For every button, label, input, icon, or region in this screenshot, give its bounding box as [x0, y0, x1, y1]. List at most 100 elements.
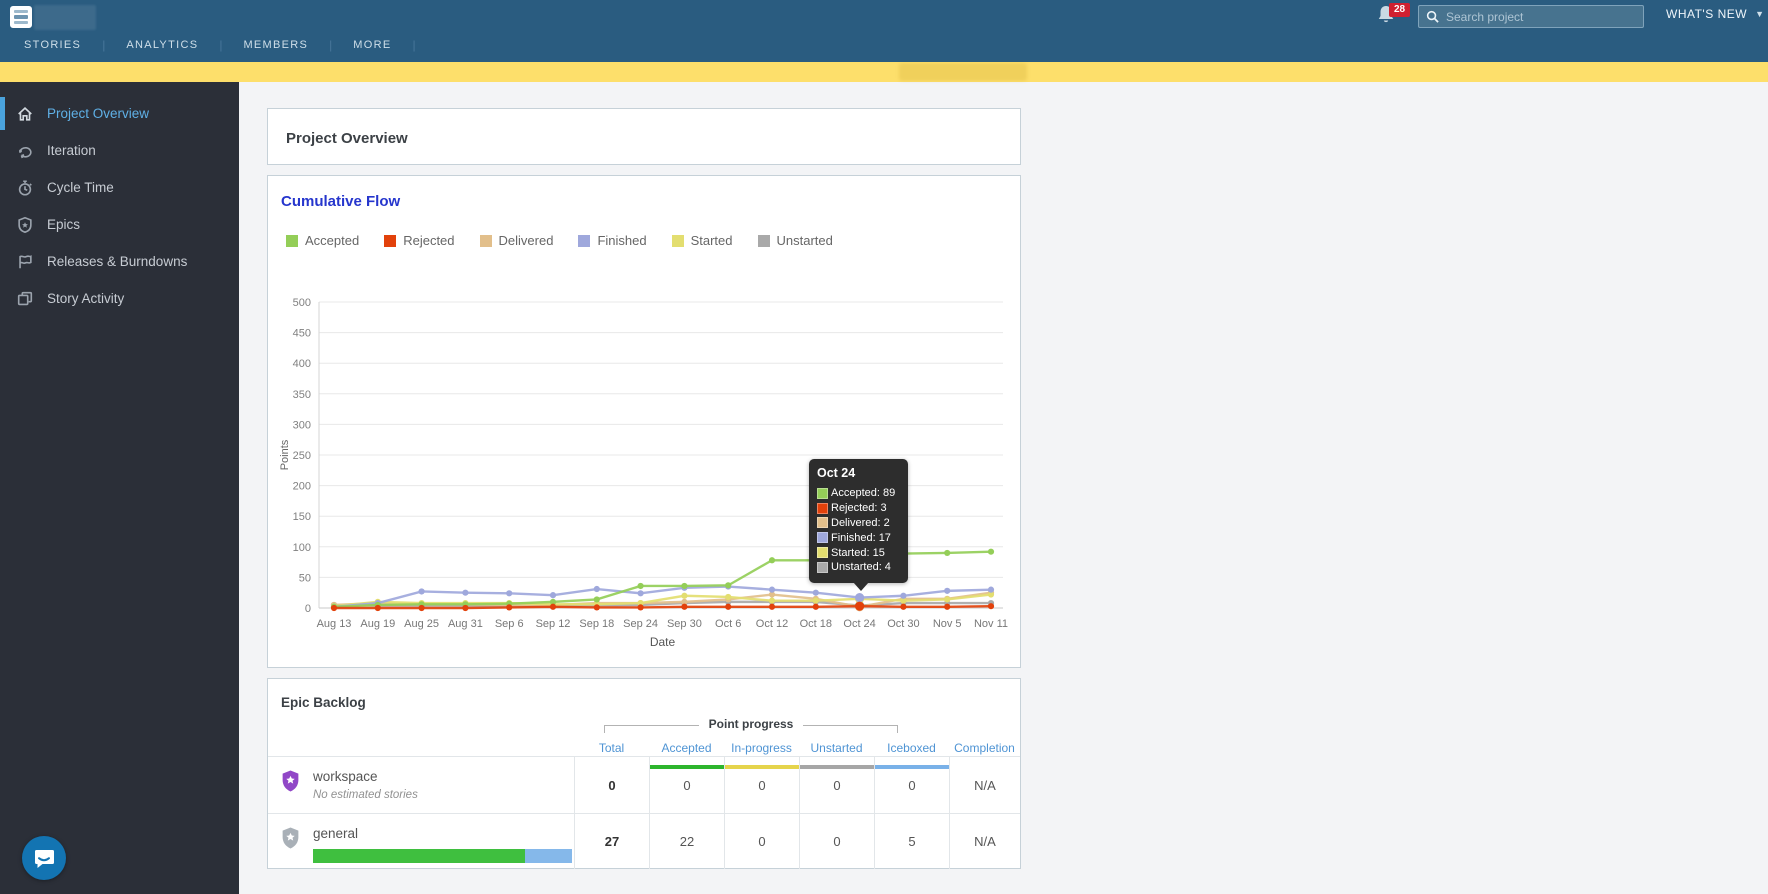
- tab-separator: |: [413, 38, 416, 52]
- tooltip-value: Finished: 17: [831, 532, 891, 544]
- tooltip-swatch: [817, 547, 828, 558]
- tracker-logo-icon[interactable]: [10, 6, 32, 28]
- epic-progress-bar: [313, 849, 572, 863]
- legend-label: Accepted: [305, 233, 359, 248]
- chart-title: Cumulative Flow: [268, 176, 1020, 210]
- notifications-bell[interactable]: 28: [1376, 4, 1410, 34]
- tooltip-swatch: [817, 488, 828, 499]
- legend-item-unstarted[interactable]: Unstarted: [758, 233, 833, 248]
- sidebar-item-releases-burndowns[interactable]: Releases & Burndowns: [0, 243, 239, 280]
- sidebar-item-epics[interactable]: Epics: [0, 206, 239, 243]
- sidebar-item-project-overview[interactable]: Project Overview: [0, 95, 239, 132]
- page-title-panel: Project Overview: [267, 108, 1021, 165]
- search-box: [1418, 5, 1644, 28]
- tooltip-swatch: [817, 562, 828, 573]
- column-header-accepted: Accepted: [649, 737, 724, 756]
- flag-icon: [16, 253, 34, 271]
- epic-table-header: TotalAcceptedIn-progressUnstartedIceboxe…: [268, 737, 1020, 756]
- legend-swatch: [480, 235, 492, 247]
- epic-progress-accepted: [313, 849, 525, 863]
- point-progress-bracket: Point progress: [604, 717, 898, 733]
- epic-cell-in-progress: 0: [724, 757, 799, 813]
- tab-stories[interactable]: STORIES: [24, 39, 81, 51]
- svg-text:Oct 24: Oct 24: [843, 618, 875, 630]
- whats-new-menu[interactable]: WHAT'S NEW ▼: [1666, 7, 1764, 21]
- epic-shield-icon: [280, 769, 301, 793]
- analytics-sidebar: Project OverviewIterationCycle Time Epics…: [0, 82, 239, 894]
- legend-item-finished[interactable]: Finished: [578, 233, 646, 248]
- tooltip-row-finished: Finished: 17: [817, 530, 900, 545]
- legend-item-started[interactable]: Started: [672, 233, 733, 248]
- banner-highlight-block: [899, 63, 1027, 81]
- home-icon: [16, 105, 34, 123]
- chart-legend: Accepted Rejected Delivered Finished Started…: [286, 233, 858, 248]
- svg-text:Sep 6: Sep 6: [495, 618, 524, 630]
- svg-text:100: 100: [293, 542, 311, 554]
- svg-text:Sep 30: Sep 30: [667, 618, 702, 630]
- svg-text:Sep 18: Sep 18: [579, 618, 614, 630]
- tooltip-row-delivered: Delivered: 2: [817, 516, 900, 531]
- svg-text:50: 50: [299, 572, 311, 584]
- legend-item-accepted[interactable]: Accepted: [286, 233, 359, 248]
- tab-separator: |: [329, 38, 332, 52]
- epic-row-workspace: workspaceNo estimated stories00000N/A: [268, 756, 1020, 813]
- iteration-icon: [16, 142, 34, 160]
- svg-text:Nov 5: Nov 5: [933, 618, 962, 630]
- chat-bubble-icon: [32, 846, 56, 870]
- svg-text:Oct 6: Oct 6: [715, 618, 741, 630]
- svg-text:Aug 25: Aug 25: [404, 618, 439, 630]
- legend-item-rejected[interactable]: Rejected: [384, 233, 454, 248]
- svg-text:Sep 12: Sep 12: [536, 618, 571, 630]
- tooltip-value: Started: 15: [831, 547, 885, 559]
- tab-analytics[interactable]: ANALYTICS: [126, 39, 198, 51]
- epic-cell-total: 0: [574, 757, 649, 813]
- svg-text:300: 300: [293, 419, 311, 431]
- whats-new-label: WHAT'S NEW: [1666, 7, 1747, 21]
- legend-item-delivered[interactable]: Delivered: [480, 233, 554, 248]
- sidebar-item-iteration[interactable]: Iteration: [0, 132, 239, 169]
- tooltip-value: Accepted: 89: [831, 487, 895, 499]
- legend-label: Rejected: [403, 233, 454, 248]
- epic-backlog-title: Epic Backlog: [268, 679, 1020, 710]
- epic-name-cell: general: [268, 814, 574, 869]
- tab-members[interactable]: MEMBERS: [243, 39, 308, 51]
- column-header-in-progress: In-progress: [724, 737, 799, 756]
- epic-name[interactable]: general: [313, 826, 572, 841]
- epic-name[interactable]: workspace: [313, 769, 418, 784]
- shield-icon: [16, 216, 34, 234]
- svg-text:Aug 31: Aug 31: [448, 618, 483, 630]
- epic-shield-icon: [280, 826, 301, 850]
- top-bar: STORIES|ANALYTICS|MEMBERS|MORE| 28 WHAT'…: [0, 0, 1768, 62]
- tooltip-row-rejected: Rejected: 3: [817, 501, 900, 516]
- svg-text:400: 400: [293, 358, 311, 370]
- column-header-unstarted: Unstarted: [799, 737, 874, 756]
- epic-cell-unstarted: 0: [799, 757, 874, 813]
- tooltip-swatch: [817, 517, 828, 528]
- column-header-total: Total: [574, 737, 649, 756]
- svg-text:Aug 19: Aug 19: [360, 618, 395, 630]
- tooltip-value: Rejected: 3: [831, 502, 887, 514]
- svg-text:Oct 12: Oct 12: [756, 618, 788, 630]
- sidebar-item-label: Epics: [47, 217, 80, 232]
- notice-banner: [0, 62, 1768, 82]
- sidebar-item-cycle-time[interactable]: Cycle Time: [0, 169, 239, 206]
- epic-cell-completion: N/A: [949, 757, 1020, 813]
- column-header-completion: Completion: [949, 737, 1020, 756]
- tab-more[interactable]: MORE: [353, 39, 391, 51]
- cards-icon: [16, 290, 34, 308]
- svg-text:Oct 30: Oct 30: [887, 618, 919, 630]
- tab-separator: |: [219, 38, 222, 52]
- sidebar-nav: Project OverviewIterationCycle Time Epics…: [0, 82, 239, 317]
- chat-launcher-button[interactable]: [22, 836, 66, 880]
- legend-swatch: [384, 235, 396, 247]
- search-input[interactable]: [1446, 10, 1626, 24]
- chart-tooltip: Oct 24 Accepted: 89Rejected: 3Delivered:…: [809, 459, 908, 583]
- tooltip-value: Delivered: 2: [831, 517, 890, 529]
- point-progress-label: Point progress: [699, 717, 804, 731]
- cumulative-flow-chart[interactable]: 050100150200250300350400450500Aug 13Aug …: [276, 261, 1016, 653]
- legend-swatch: [578, 235, 590, 247]
- svg-text:Aug 13: Aug 13: [317, 618, 352, 630]
- epic-cell-completion: N/A: [949, 814, 1020, 869]
- sidebar-item-story-activity[interactable]: Story Activity: [0, 280, 239, 317]
- svg-text:Date: Date: [650, 635, 676, 649]
